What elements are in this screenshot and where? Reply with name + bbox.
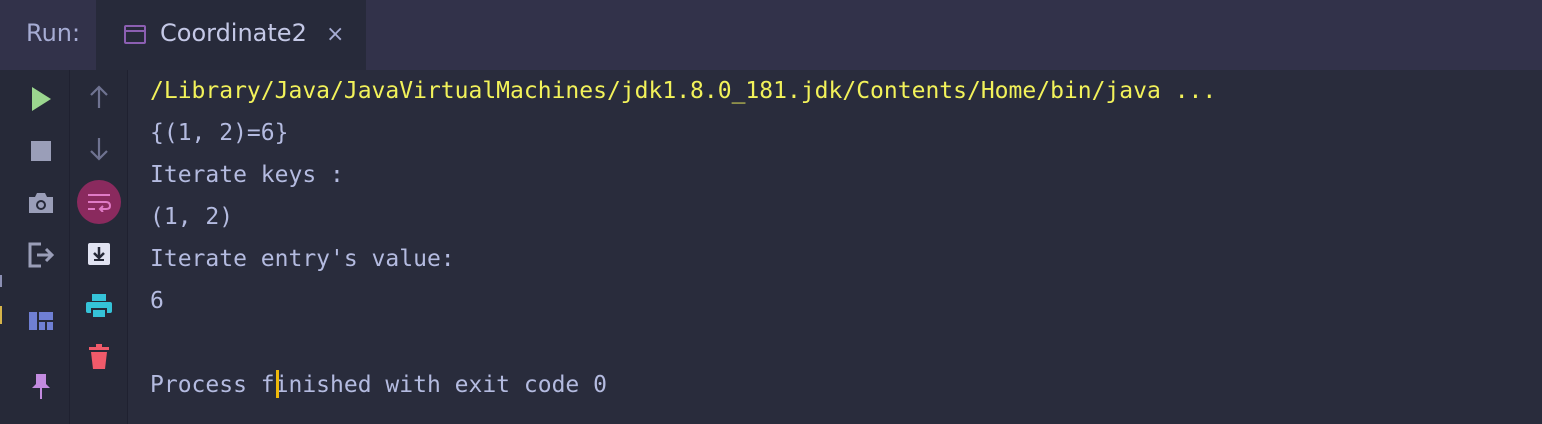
tab-coordinate2[interactable]: Coordinate2 × (96, 0, 366, 70)
previous-occurrence-button[interactable] (84, 82, 114, 112)
window-icon (124, 25, 146, 44)
console-line: {(1, 2)=6} (150, 120, 289, 146)
restore-layout-button[interactable] (26, 306, 56, 336)
run-tool-window-header: Run: Coordinate2 × (0, 0, 1542, 70)
layout-icon (29, 312, 53, 330)
console-line: (1, 2) (150, 204, 234, 230)
pin-icon (32, 374, 50, 399)
tab-title: Coordinate2 (160, 19, 307, 47)
console-line-command: /Library/Java/JavaVirtualMachines/jdk1.8… (150, 78, 1217, 104)
soft-wrap-toggle[interactable] (77, 180, 121, 224)
text-caret (276, 370, 279, 398)
console-output[interactable]: /Library/Java/JavaVirtualMachines/jdk1.8… (150, 74, 1542, 410)
exit-icon (28, 242, 55, 268)
soft-wrap-icon (88, 194, 112, 212)
dump-threads-button[interactable] (24, 187, 58, 219)
scroll-to-end-icon (88, 243, 110, 265)
gutter-marker (0, 306, 2, 324)
console-line: Iterate entry's value: (150, 246, 455, 272)
console-line-exit: Process finished with exit code 0 (150, 372, 607, 398)
camera-icon (29, 193, 53, 213)
print-icon (86, 294, 112, 319)
stop-button[interactable] (26, 136, 56, 166)
scroll-to-end-button[interactable] (85, 240, 113, 268)
console-line: 6 (150, 288, 164, 314)
rerun-button[interactable] (26, 84, 56, 114)
print-button[interactable] (83, 291, 115, 321)
arrow-up-icon (90, 85, 108, 108)
run-icon (32, 87, 51, 111)
stop-icon (31, 141, 51, 161)
exit-button[interactable] (24, 239, 58, 271)
console-line: Iterate keys : (150, 162, 344, 188)
trash-icon (89, 344, 109, 369)
arrow-down-icon (90, 138, 108, 161)
clear-all-button[interactable] (85, 342, 113, 372)
close-icon[interactable]: × (326, 22, 344, 47)
run-toolbar-secondary (69, 70, 128, 424)
pin-tab-button[interactable] (26, 370, 56, 402)
next-occurrence-button[interactable] (84, 134, 114, 164)
left-gutter-strip (0, 70, 12, 424)
gutter-marker (0, 275, 2, 287)
run-label: Run: (26, 19, 81, 47)
run-toolbar-primary (12, 70, 69, 424)
